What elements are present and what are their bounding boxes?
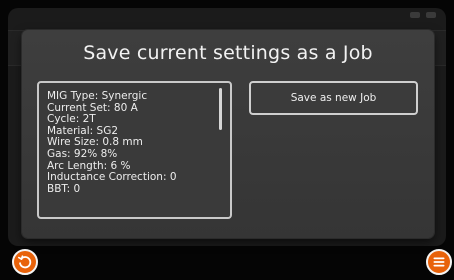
status-icon [426, 12, 436, 18]
setting-gas: Gas: 92% 8% [47, 147, 118, 160]
setting-bbt: BBT: 0 [47, 182, 81, 195]
save-job-dialog: Save current settings as a Job MIG Type:… [22, 30, 434, 238]
screen: Save current settings as a Job MIG Type:… [0, 0, 454, 280]
menu-icon [432, 255, 446, 269]
setting-inductance-correction: Inductance Correction: 0 [47, 171, 177, 184]
back-button[interactable] [12, 249, 38, 275]
status-icon [410, 12, 420, 18]
settings-scrollbar[interactable] [219, 88, 222, 130]
back-icon [17, 254, 33, 270]
status-icons [410, 12, 436, 18]
menu-button[interactable] [426, 249, 452, 275]
dialog-title: Save current settings as a Job [83, 42, 373, 64]
settings-list: MIG Type: Synergic Current Set: 80 A Cyc… [47, 90, 177, 195]
settings-summary-box[interactable]: MIG Type: Synergic Current Set: 80 A Cyc… [37, 81, 232, 219]
save-as-new-job-button[interactable]: Save as new Job [249, 81, 418, 115]
setting-mig-type: MIG Type: Synergic [47, 90, 148, 102]
